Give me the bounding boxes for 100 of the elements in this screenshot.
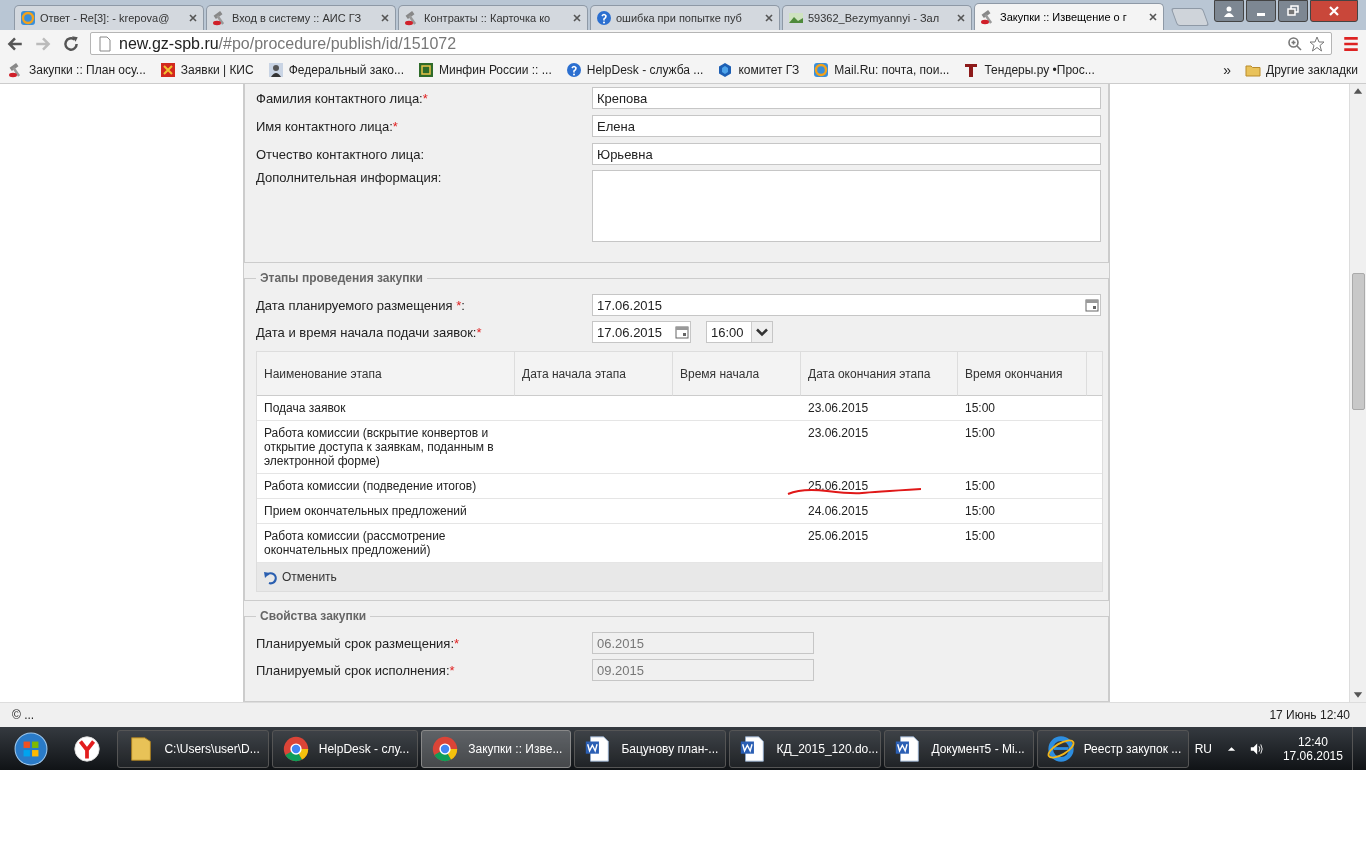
field-label: Планируемый срок исполнения:*	[256, 662, 456, 678]
field-label: Дата и время начала подачи заявок:*	[256, 324, 483, 340]
table-cell-text: Подача заявок	[263, 400, 347, 417]
text-field[interactable]: Крепова	[592, 87, 1101, 109]
table-cell: 23.06.2015	[808, 426, 869, 440]
browser-tab[interactable]: Контракты :: Карточка ко	[398, 5, 588, 30]
table-cell-text: Работа комиссии (вскрытие конвертов и открытие доступа к заявкам, поданным в электронной форме)	[263, 425, 495, 470]
browser-tab[interactable]: ошибка при попытке пуб	[590, 5, 780, 30]
scroll-thumb[interactable]	[1352, 273, 1365, 410]
close-icon[interactable]	[188, 13, 198, 23]
status-text: © ...	[12, 708, 35, 722]
emblem-icon	[418, 62, 434, 78]
column-header[interactable]: Дата окончания этапа	[801, 352, 958, 396]
cancel-button[interactable]: Отменить	[261, 567, 339, 587]
table-cell-text: 15:00	[964, 503, 997, 520]
bookmark[interactable]: Заявки | КИС	[159, 62, 254, 78]
clock[interactable]: 12:40 17.06.2015	[1276, 734, 1350, 763]
bookmark[interactable]: HelpDesk - служба ...	[565, 62, 704, 78]
person-icon	[267, 62, 284, 78]
field-label: Дополнительная информация:	[256, 170, 443, 185]
table-cell-text: 15:00	[964, 528, 997, 545]
date-field[interactable]: 17.06.2015	[592, 294, 1101, 316]
menu-icon[interactable]	[1342, 34, 1360, 53]
other-bookmarks[interactable]: Другие закладки	[1245, 62, 1358, 78]
restore-icon	[1287, 5, 1299, 17]
image-icon	[788, 10, 804, 26]
restore-button[interactable]	[1278, 0, 1308, 22]
taskbar-button[interactable]: КД_2015_120.do...	[729, 729, 882, 768]
section-title: Этапы проведения закупки	[259, 271, 424, 285]
minimize-button[interactable]	[1246, 0, 1276, 22]
logo-icon	[963, 62, 980, 78]
text-field[interactable]: Юрьевна	[592, 143, 1101, 165]
bookmark[interactable]: Mail.Ru: почта, пои...	[813, 62, 950, 78]
bookmark[interactable]: Минфин России :: ...	[418, 62, 552, 78]
undo-icon	[263, 569, 279, 585]
close-icon[interactable]	[764, 13, 774, 23]
table-cell: 23.06.2015	[808, 401, 869, 415]
star-icon[interactable]	[1309, 35, 1325, 52]
user-icon	[1223, 5, 1235, 17]
close-icon[interactable]	[380, 13, 390, 23]
language-indicator[interactable]: RU	[1194, 741, 1212, 756]
page-icon	[97, 35, 113, 52]
column-header[interactable]: Время окончания	[958, 352, 1087, 396]
close-icon[interactable]	[572, 13, 582, 23]
reload-icon[interactable]	[62, 34, 80, 53]
user-button[interactable]	[1214, 0, 1244, 22]
help-icon	[565, 62, 582, 78]
table-cell: 25.06.2015	[808, 529, 869, 543]
help-icon	[596, 10, 612, 26]
bookmark[interactable]: Тендеры.ру •Прос...	[963, 62, 1095, 78]
section-title: Свойства закупки	[259, 609, 368, 623]
table-cell: 25.06.2015	[808, 479, 869, 493]
field-label: Отчество контактного лица:	[256, 146, 426, 162]
folder-icon	[1245, 62, 1262, 78]
taskbar-button[interactable]: Документ5 - Mi...	[884, 729, 1034, 768]
field-label: Планируемый срок размещения:*	[256, 635, 461, 651]
taskbar-button[interactable]: Закупки :: Изве...	[421, 729, 572, 768]
close-icon[interactable]	[1148, 12, 1158, 22]
flag-icon	[159, 62, 176, 78]
bookmark[interactable]: комитет ГЗ	[717, 62, 800, 78]
field-label: Дата планируемого размещения *:	[256, 297, 466, 313]
globe-e-icon	[1045, 733, 1076, 764]
taskbar-button[interactable]: C:\Users\user\D...	[117, 729, 269, 768]
address-bar[interactable]: new.gz-spb.ru/#po/procedure/publish/id/151072	[90, 32, 1332, 55]
taskbar-button[interactable]: Реестр закупок ...	[1036, 729, 1189, 768]
table-cell-text: 15:00	[964, 425, 997, 442]
hexagon-icon	[717, 62, 734, 78]
taskbar-button[interactable]: Бацунову план-...	[574, 729, 727, 768]
text-field[interactable]: Елена	[592, 115, 1101, 137]
dropdown-icon	[751, 322, 772, 342]
field-label: Фамилия контактного лица:*	[256, 90, 429, 106]
taskbar-button[interactable]: HelpDesk - слу...	[271, 729, 419, 768]
column-header[interactable]: Наименование этапа	[257, 352, 515, 396]
table-cell-text: Прием окончательных предложений	[263, 503, 468, 520]
close-icon	[1328, 5, 1340, 17]
browser-tab[interactable]: Вход в систему :: АИС ГЗ	[206, 5, 396, 30]
windows-logo-icon	[14, 731, 49, 766]
bookmark[interactable]: Федеральный зако...	[267, 62, 404, 78]
scrollbar[interactable]	[1349, 84, 1366, 702]
bookmark[interactable]: Закупки :: План осу...	[8, 62, 146, 78]
date-field[interactable]: 17.06.2015	[592, 321, 691, 343]
table-cell-text: Работа комиссии (подведение итогов)	[263, 478, 478, 495]
browser-tab[interactable]: Ответ - Re[3]: - krepova@	[14, 5, 204, 30]
mail-icon	[813, 62, 830, 78]
browser-tab[interactable]: 59362_Bezymyannyi - Зал	[782, 5, 972, 30]
field-label: Имя контактного лица:*	[256, 118, 399, 134]
time-dropdown[interactable]: 16:00	[706, 321, 773, 343]
table-cell: 24.06.2015	[808, 504, 869, 518]
table-cell-text: 15:00	[964, 400, 997, 417]
column-header[interactable]: Время начала	[673, 352, 801, 396]
column-header[interactable]: Дата начала этапа	[515, 352, 673, 396]
close-icon[interactable]	[956, 13, 966, 23]
zoom-icon[interactable]	[1287, 35, 1303, 52]
status-date: 17 Июнь 12:40	[1269, 708, 1350, 722]
calendar-icon[interactable]	[1085, 298, 1099, 312]
calendar-icon[interactable]	[675, 325, 689, 339]
table-cell-text: 15:00	[964, 478, 997, 495]
more-bookmarks-button[interactable]: »	[1223, 62, 1232, 78]
close-button[interactable]	[1310, 0, 1358, 22]
browser-tab[interactable]: Закупки :: Извещение о г	[974, 3, 1164, 30]
